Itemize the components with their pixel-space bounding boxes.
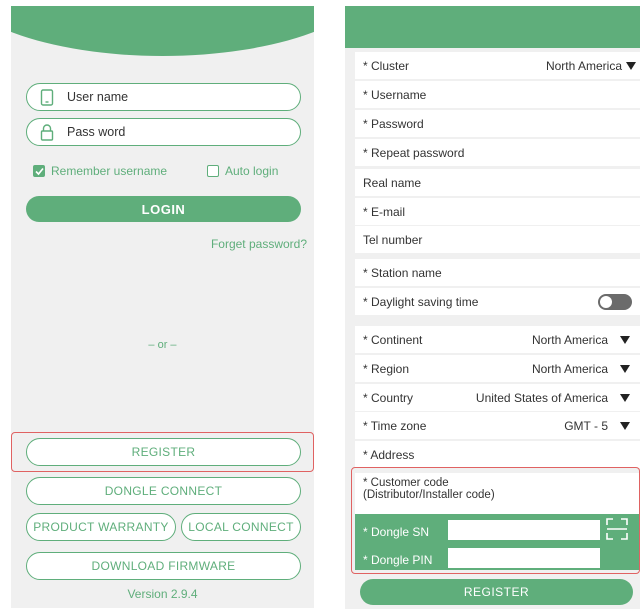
dongle-connect-button[interactable]: DONGLE CONNECT <box>26 477 301 505</box>
dropdown-arrow-icon <box>620 364 630 373</box>
auto-login-checkbox[interactable]: Auto login <box>207 164 278 178</box>
email-label: * E-mail <box>363 204 406 219</box>
register-submit-button[interactable]: REGISTER <box>360 579 633 605</box>
real-name-label: Real name <box>363 175 422 190</box>
register-screen: * Cluster North America * Username * Pas… <box>345 6 640 609</box>
dropdown-arrow-icon <box>620 393 630 402</box>
cluster-label: * Cluster <box>363 58 410 73</box>
tel-number-input[interactable]: Tel number <box>355 226 640 253</box>
password-input[interactable]: * Password <box>355 110 640 137</box>
local-connect-button[interactable]: LOCAL CONNECT <box>181 513 301 541</box>
station-name-input[interactable]: * Station name <box>355 259 640 286</box>
login-button[interactable]: LOGIN <box>26 196 301 222</box>
country-value: United States of America <box>475 390 608 405</box>
region-select[interactable]: * Region North America <box>355 355 640 382</box>
or-divider: – or – <box>148 339 177 351</box>
address-input[interactable]: * Address <box>355 441 640 468</box>
password-field[interactable]: Pass word <box>26 118 301 146</box>
dropdown-arrow-icon <box>626 61 636 70</box>
cluster-value: North America <box>545 58 622 73</box>
country-label: * Country <box>363 390 414 405</box>
continent-label: * Continent <box>363 332 423 347</box>
time-zone-label: * Time zone <box>363 418 427 433</box>
password-label: * Password <box>363 116 424 131</box>
tel-number-label: Tel number <box>363 232 423 247</box>
region-value: North America <box>531 361 608 376</box>
remember-username-checkbox[interactable]: Remember username <box>33 164 167 178</box>
password-placeholder: Pass word <box>67 125 126 139</box>
checkbox-icon <box>207 165 219 177</box>
station-name-label: * Station name <box>363 265 442 280</box>
daylight-saving-toggle[interactable] <box>598 293 632 310</box>
login-screen: User name Pass word Remember username Au… <box>11 6 314 608</box>
cluster-select[interactable]: * Cluster North America <box>355 52 640 79</box>
toggle-knob <box>600 295 612 308</box>
register-button[interactable]: REGISTER <box>26 438 301 466</box>
username-placeholder: User name <box>67 90 129 104</box>
customer-code-highlight <box>351 467 640 574</box>
real-name-input[interactable]: Real name <box>355 169 640 196</box>
auto-login-label: Auto login <box>225 164 279 178</box>
header-banner <box>11 6 314 56</box>
time-zone-value: GMT - 5 <box>564 418 608 433</box>
forget-password-link[interactable]: Forget password? <box>211 237 307 251</box>
daylight-saving-row: * Daylight saving time <box>355 288 640 315</box>
register-header-bar <box>345 6 640 48</box>
region-label: * Region <box>363 361 410 376</box>
phone-icon <box>27 88 67 106</box>
dropdown-arrow-icon <box>620 421 630 430</box>
dropdown-arrow-icon <box>620 335 630 344</box>
version-label: Version 2.9.4 <box>127 587 198 601</box>
daylight-saving-label: * Daylight saving time <box>363 294 479 309</box>
email-input[interactable]: * E-mail <box>355 198 640 225</box>
country-select[interactable]: * Country United States of America <box>355 384 640 411</box>
continent-select[interactable]: * Continent North America <box>355 326 640 353</box>
download-firmware-button[interactable]: DOWNLOAD FIRMWARE <box>26 552 301 580</box>
username-input[interactable]: * Username <box>355 81 640 108</box>
username-field[interactable]: User name <box>26 83 301 111</box>
address-label: * Address <box>363 447 415 462</box>
product-warranty-button[interactable]: PRODUCT WARRANTY <box>26 513 176 541</box>
remember-username-label: Remember username <box>51 164 168 178</box>
lock-icon <box>27 123 67 141</box>
repeat-password-input[interactable]: * Repeat password <box>355 139 640 166</box>
username-label: * Username <box>363 87 427 102</box>
checkmark-icon <box>33 165 45 177</box>
continent-value: North America <box>531 332 608 347</box>
repeat-password-label: * Repeat password <box>363 145 465 160</box>
time-zone-select[interactable]: * Time zone GMT - 5 <box>355 412 640 439</box>
